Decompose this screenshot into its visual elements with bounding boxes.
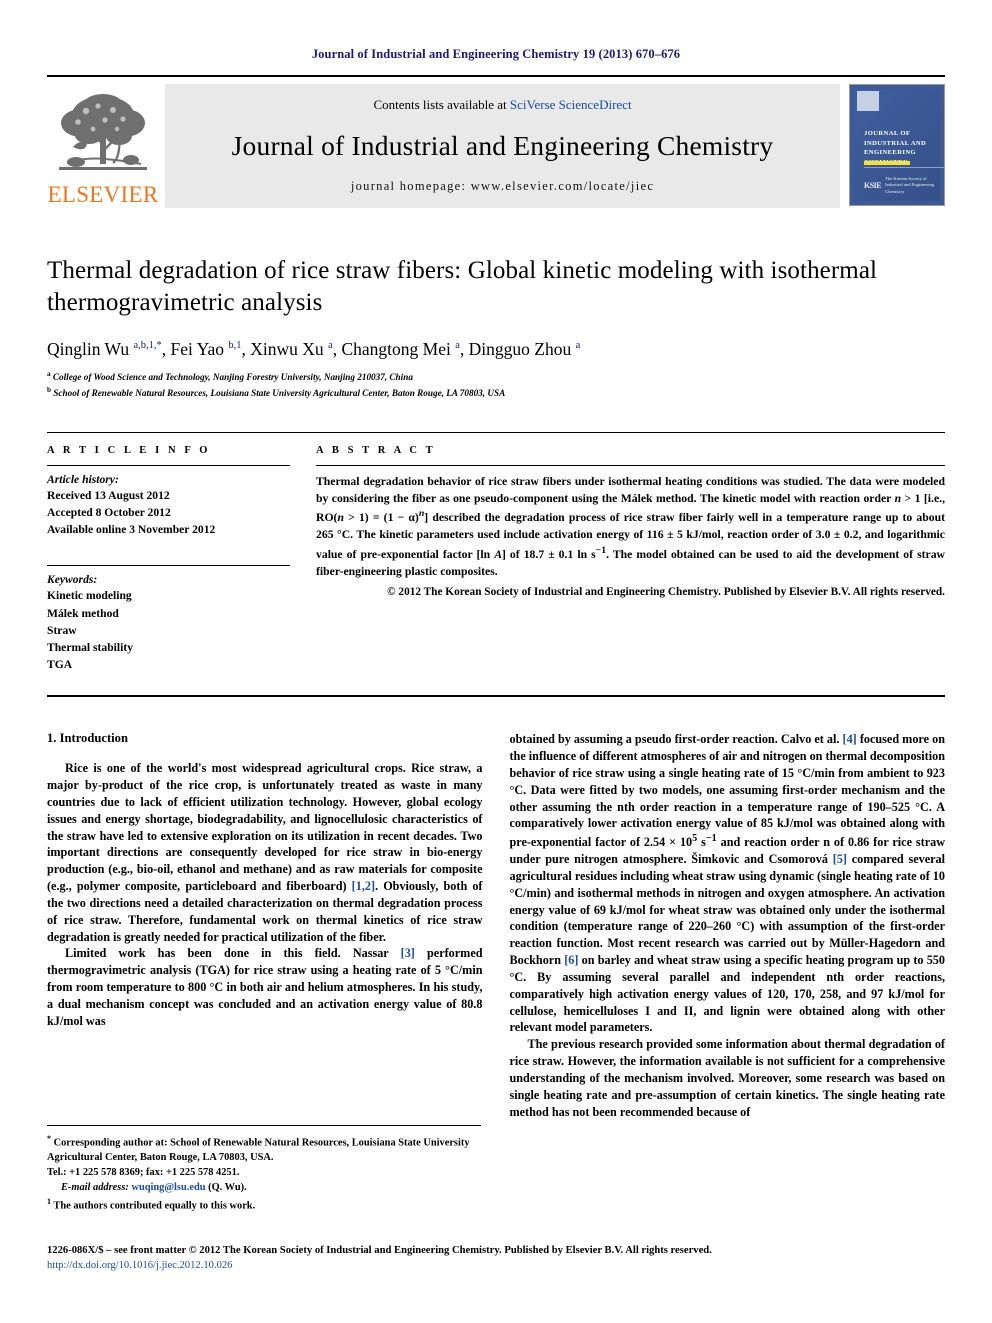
footer-doi-link[interactable]: http://dx.doi.org/10.1016/j.jiec.2012.10…: [47, 1258, 945, 1273]
cover-elsevier-mark: [857, 91, 879, 111]
section-heading-introduction: 1. Introduction: [47, 731, 128, 746]
elsevier-tree-icon: [59, 94, 147, 170]
abstract-divider: [316, 464, 945, 466]
info-divider-keywords: [47, 565, 290, 567]
journal-article-page: Journal of Industrial and Engineering Ch…: [0, 0, 992, 1323]
history-accepted: Accepted 8 October 2012: [47, 506, 171, 520]
keyword-item: Málek method: [47, 606, 119, 620]
contents-available-line: Contents lists available at SciVerse Sci…: [373, 97, 631, 113]
keyword-item: TGA: [47, 658, 73, 672]
footnote-equal-contribution: 1 The authors contributed equally to thi…: [47, 1196, 256, 1211]
affiliation-a: a College of Wood Science and Technology…: [47, 370, 413, 383]
article-history-label: Article history:: [47, 472, 119, 486]
article-info-column: A R T I C L E I N F O Article history: R…: [47, 445, 290, 673]
article-body: 1. Introduction Rice is one of the world…: [47, 731, 945, 1120]
paragraph: Rice is one of the world's most widespre…: [47, 761, 483, 944]
contents-prefix: Contents lists available at: [373, 97, 510, 112]
paragraph: The previous research provided some info…: [509, 1037, 946, 1119]
cover-society-mark: KSIE The Korean Society of Industrial an…: [864, 176, 936, 195]
abstract-column: A B S T R A C T Thermal degradation beha…: [316, 445, 945, 673]
footnote-corresponding-author: * Corresponding author at: School of Ren…: [47, 1134, 470, 1164]
cover-society-text: The Korean Society of Industrial and Eng…: [885, 175, 935, 194]
elsevier-wordmark: ELSEVIER: [47, 182, 159, 207]
elsevier-logo: ELSEVIER: [47, 84, 159, 208]
title-block: Thermal degradation of rice straw fibers…: [47, 255, 945, 401]
masthead: ELSEVIER Contents lists available at Sci…: [47, 75, 945, 208]
history-received: Received 13 August 2012: [47, 488, 170, 502]
keyword-item: Thermal stability: [47, 640, 133, 654]
paragraph: obtained by assuming a pseudo first-orde…: [509, 732, 946, 1035]
sciencedirect-link[interactable]: SciVerse ScienceDirect: [510, 97, 632, 112]
affiliations: a College of Wood Science and Technology…: [47, 369, 945, 401]
info-divider-top: [47, 464, 290, 466]
journal-homepage-link[interactable]: journal homepage: www.elsevier.com/locat…: [351, 179, 654, 194]
keyword-item: Straw: [47, 623, 77, 637]
running-head: Journal of Industrial and Engineering Ch…: [311, 47, 681, 61]
body-column-right: obtained by assuming a pseudo first-orde…: [510, 731, 946, 1120]
footer-issn-copyright: 1226-086X/$ – see front matter © 2012 Th…: [47, 1245, 712, 1256]
article-info-heading: A R T I C L E I N F O: [47, 444, 211, 456]
keywords-block: Keywords: Kinetic modeling Málek method …: [47, 565, 290, 673]
abstract-heading: A B S T R A C T: [316, 444, 436, 456]
abstract-copyright: © 2012 The Korean Society of Industrial …: [387, 585, 945, 598]
journal-cover-thumbnail: JOURNAL OF INDUSTRIAL AND ENGINEERING CH…: [849, 84, 945, 206]
cover-accent-bar: [864, 161, 910, 165]
cover-society-abbrev: KSIE: [864, 180, 882, 190]
footnotes-block: * Corresponding author at: School of Ren…: [47, 1125, 481, 1214]
journal-banner: Contents lists available at SciVerse Sci…: [165, 84, 840, 208]
body-column-left: 1. Introduction Rice is one of the world…: [47, 731, 483, 1120]
affiliation-a-text: College of Wood Science and Technology, …: [52, 372, 413, 383]
page-title: Thermal degradation of rice straw fibers…: [47, 257, 878, 316]
abstract-body: Thermal degradation behavior of rice str…: [316, 474, 945, 578]
keywords-label: Keywords:: [47, 573, 98, 587]
author-list: Qinglin Wu a,b,1,*, Fei Yao b,1, Xinwu X…: [47, 338, 581, 359]
paragraph: Limited work has been done in this field…: [47, 946, 483, 1028]
cover-divider: [864, 167, 944, 168]
affiliation-b: b School of Renewable Natural Resources,…: [47, 386, 506, 399]
journal-title: Journal of Industrial and Engineering Ch…: [231, 129, 774, 161]
footnote-email[interactable]: E-mail address: wuqing@lsu.edu (Q. Wu).: [47, 1181, 481, 1196]
keyword-item: Kinetic modeling: [47, 589, 132, 603]
page-footer: 1226-086X/$ – see front matter © 2012 Th…: [47, 1243, 945, 1274]
info-abstract-section: A R T I C L E I N F O Article history: R…: [47, 431, 945, 673]
footnote-telephone: Tel.: +1 225 578 8369; fax: +1 225 578 4…: [47, 1167, 240, 1178]
affiliation-b-text: School of Renewable Natural Resources, L…: [53, 388, 506, 399]
history-available-online: Available online 3 November 2012: [47, 523, 216, 537]
section-rule: [47, 695, 945, 698]
